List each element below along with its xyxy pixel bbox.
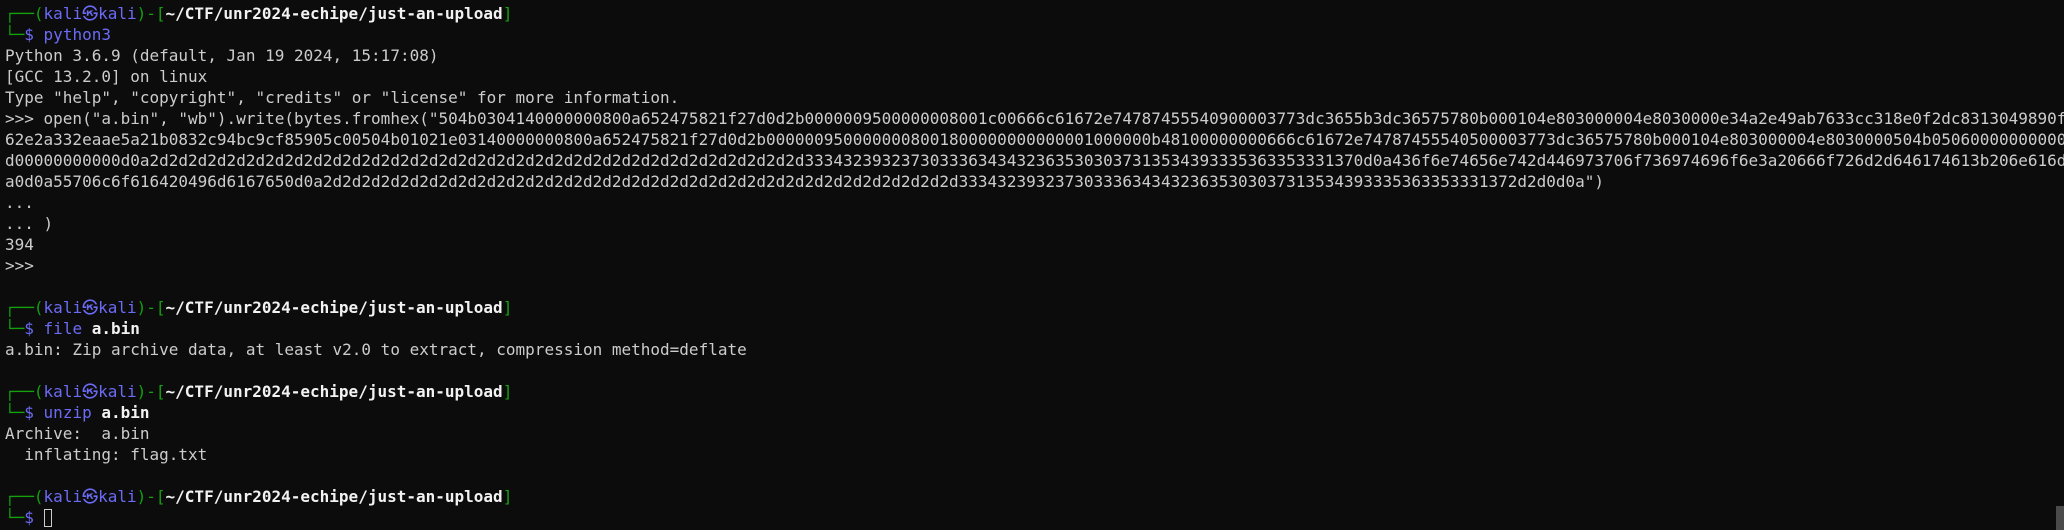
prompt-corner-top: ┌── <box>5 298 34 317</box>
prompt-at-icon: ㉿ <box>82 382 99 401</box>
prompt-dollar: $ <box>24 403 34 422</box>
prompt-paren: ) <box>136 4 147 23</box>
prompt-user: kali <box>43 4 83 23</box>
prompt-separator: -[ <box>146 4 166 23</box>
command-arg: a.bin <box>91 319 140 338</box>
repl-input-line: 62e2a332eaae5a21b0832c94bc9cf85905c00504… <box>5 130 2064 149</box>
prompt-paren: ( <box>33 4 44 23</box>
prompt-host: kali <box>98 487 137 506</box>
command-line: └─$ python3 <box>5 24 2064 45</box>
prompt-paren: ) <box>136 487 147 506</box>
prompt-host: kali <box>98 4 137 23</box>
prompt-paren: ( <box>33 487 44 506</box>
repl-prompt: >>> <box>5 256 34 275</box>
prompt-line: ┌──(kali㉿kali)-[~/CTF/unr2024-echipe/jus… <box>5 381 2064 402</box>
prompt-separator: -[ <box>146 382 166 401</box>
prompt-bracket: ] <box>502 298 513 317</box>
prompt-separator: -[ <box>146 487 166 506</box>
command-arg: a.bin <box>101 403 150 422</box>
output-line: a.bin: Zip archive data, at least v2.0 t… <box>5 340 747 359</box>
repl-continuation: ... ) <box>5 214 54 233</box>
text-cursor[interactable] <box>43 509 52 527</box>
terminal-window[interactable]: ┌──(kali㉿kali)-[~/CTF/unr2024-echipe/jus… <box>0 0 2064 530</box>
prompt-path: ~/CTF/unr2024-echipe/just-an-upload <box>165 4 503 23</box>
scrollbar-thumb[interactable] <box>2056 506 2064 530</box>
prompt-path: ~/CTF/unr2024-echipe/just-an-upload <box>165 487 503 506</box>
command-text: file <box>43 319 83 338</box>
prompt-user: kali <box>43 298 83 317</box>
prompt-user: kali <box>43 382 83 401</box>
prompt-bracket: ] <box>502 382 513 401</box>
prompt-dollar: $ <box>24 508 34 527</box>
prompt-host: kali <box>98 298 137 317</box>
prompt-dollar: $ <box>24 25 34 44</box>
active-command-line[interactable]: └─$ <box>5 507 2064 528</box>
prompt-paren: ) <box>136 382 147 401</box>
prompt-path: ~/CTF/unr2024-echipe/just-an-upload <box>165 382 503 401</box>
repl-input-line: >>> open("a.bin", "wb").write(bytes.from… <box>5 109 2064 128</box>
output-line: [GCC 13.2.0] on linux <box>5 67 208 86</box>
repl-input-line: d00000000000d0a2d2d2d2d2d2d2d2d2d2d2d2d2… <box>5 151 2064 170</box>
command-line: └─$ unzip a.bin <box>5 402 2064 423</box>
prompt-corner-top: ┌── <box>5 4 34 23</box>
prompt-corner-top: ┌── <box>5 487 34 506</box>
prompt-line: ┌──(kali㉿kali)-[~/CTF/unr2024-echipe/jus… <box>5 3 2064 24</box>
repl-result: 394 <box>5 235 34 254</box>
output-line: Type "help", "copyright", "credits" or "… <box>5 88 680 107</box>
output-line: inflating: flag.txt <box>5 445 208 464</box>
prompt-path: ~/CTF/unr2024-echipe/just-an-upload <box>165 298 503 317</box>
prompt-user: kali <box>43 487 83 506</box>
repl-continuation: ... <box>5 193 34 212</box>
prompt-corner-bottom: └─ <box>5 319 25 338</box>
prompt-paren: ( <box>33 382 44 401</box>
prompt-corner-bottom: └─ <box>5 508 25 527</box>
prompt-line: ┌──(kali㉿kali)-[~/CTF/unr2024-echipe/jus… <box>5 297 2064 318</box>
prompt-bracket: ] <box>502 487 513 506</box>
prompt-at-icon: ㉿ <box>82 4 99 23</box>
repl-input-line: a0d0a55706c6f616420496d6167650d0a2d2d2d2… <box>5 172 1605 191</box>
prompt-corner-bottom: └─ <box>5 25 25 44</box>
prompt-line: ┌──(kali㉿kali)-[~/CTF/unr2024-echipe/jus… <box>5 486 2064 507</box>
prompt-corner-bottom: └─ <box>5 403 25 422</box>
prompt-host: kali <box>98 382 137 401</box>
prompt-at-icon: ㉿ <box>82 487 99 506</box>
prompt-dollar: $ <box>24 319 34 338</box>
output-line: Archive: a.bin <box>5 424 150 443</box>
prompt-paren: ) <box>136 298 147 317</box>
prompt-separator: -[ <box>146 298 166 317</box>
output-line: Python 3.6.9 (default, Jan 19 2024, 15:1… <box>5 46 439 65</box>
prompt-corner-top: ┌── <box>5 382 34 401</box>
prompt-bracket: ] <box>502 4 513 23</box>
prompt-at-icon: ㉿ <box>82 298 99 317</box>
command-text: python3 <box>43 25 111 44</box>
command-line: └─$ file a.bin <box>5 318 2064 339</box>
command-text: unzip <box>43 403 92 422</box>
prompt-paren: ( <box>33 298 44 317</box>
